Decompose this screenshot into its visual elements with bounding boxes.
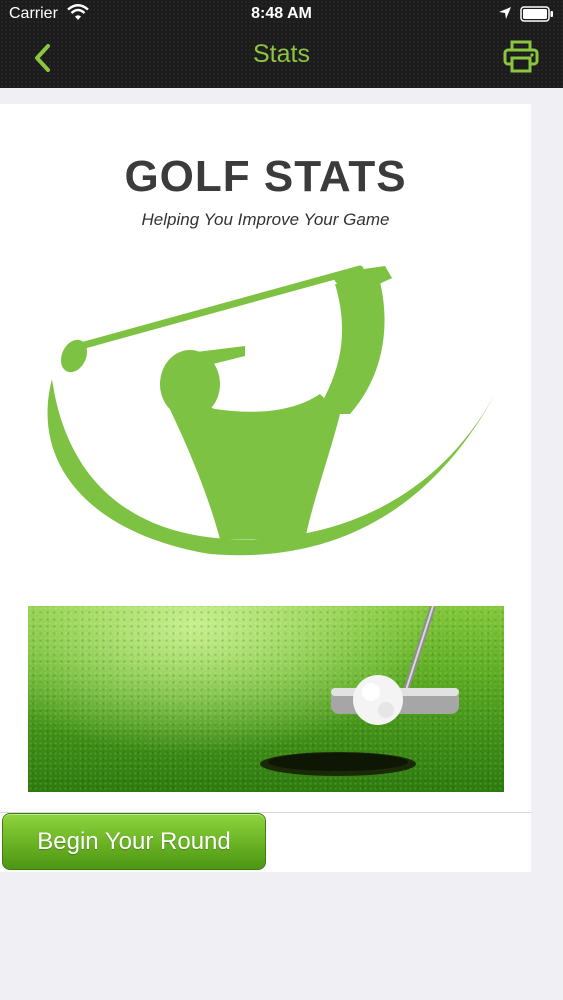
putter-ball-hole-illustration	[260, 606, 459, 776]
battery-icon	[520, 6, 553, 22]
top-bar: Carrier 8:48 AM Stats	[0, 0, 563, 88]
golfer-swing-logo	[47, 265, 495, 556]
printer-icon[interactable]	[503, 40, 539, 74]
content-card: GOLF STATS Helping You Improve Your Game	[0, 104, 531, 872]
app-title: GOLF STATS	[124, 152, 407, 201]
putting-green-photo	[28, 606, 504, 792]
app-tagline: Helping You Improve Your Game	[141, 210, 390, 229]
begin-round-button[interactable]: Begin Your Round	[2, 813, 266, 870]
status-time: 8:48 AM	[251, 5, 312, 22]
page-title: Stats	[253, 40, 310, 68]
status-bar: Carrier 8:48 AM	[0, 0, 563, 30]
location-arrow-icon	[499, 7, 511, 19]
navigation-bar: Stats	[0, 30, 563, 86]
